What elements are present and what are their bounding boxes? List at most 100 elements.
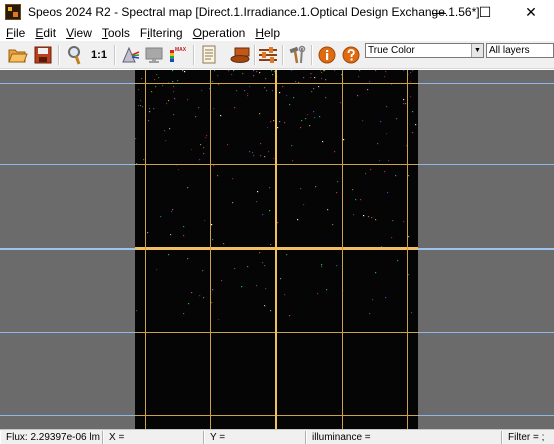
grid-line [407,70,408,429]
display-button[interactable] [143,44,165,66]
document-button[interactable] [198,44,220,66]
status-x-coordinate: X = [103,431,204,444]
map-pixel [325,79,327,81]
layers-button[interactable] [229,44,251,66]
map-pixel [247,266,249,268]
one-to-one-button[interactable]: 1:1 [88,44,110,66]
map-pixel [205,137,207,139]
map-pixel [372,299,374,301]
map-pixel [307,114,309,116]
map-pixel [202,270,204,272]
open-button[interactable] [7,44,29,66]
color-prism-button[interactable] [119,44,141,66]
map-pixel [300,127,302,129]
chevron-down-icon[interactable]: ▼ [471,44,483,57]
map-pixel [178,169,180,171]
menu-help[interactable]: Help [251,26,286,40]
map-pixel [206,135,208,137]
map-pixel [156,74,158,76]
settings-button[interactable] [257,44,279,66]
layers-select[interactable]: All layers [486,43,554,58]
map-pixel [323,70,325,72]
map-pixel [247,95,249,97]
map-pixel [284,122,286,124]
map-pixel [282,86,284,88]
map-pixel [270,121,272,123]
map-pixel [188,303,190,305]
close-button[interactable]: ✕ [508,0,554,24]
map-pixel [217,175,219,177]
map-pixel [355,199,357,201]
map-pixel [352,189,354,191]
menu-edit[interactable]: Edit [31,26,62,40]
map-pixel [154,79,156,81]
menu-operation[interactable]: Operation [189,26,252,40]
map-pixel [171,211,173,213]
map-pixel [203,153,205,155]
map-pixel [149,111,151,113]
menu-tools[interactable]: Tools [98,26,136,40]
menu-view[interactable]: View [62,26,98,40]
map-pixel [286,254,288,256]
map-pixel [359,70,361,72]
map-pixel [233,70,235,72]
menu-filtering[interactable]: Filtering [136,26,189,40]
zoom-button[interactable] [64,44,86,66]
map-pixel [199,295,201,297]
map-viewport[interactable] [0,70,554,429]
map-pixel [172,209,174,211]
map-pixel [212,239,214,241]
map-pixel [293,97,295,99]
save-button[interactable] [32,44,54,66]
maximize-button[interactable]: ☐ [462,0,508,24]
map-pixel [232,178,234,180]
max-scale-button[interactable]: MAX [167,44,189,66]
map-pixel [183,313,185,315]
map-pixel [256,71,258,73]
map-pixel [155,86,157,88]
map-pixel [140,105,142,107]
help-button[interactable] [340,44,362,66]
map-pixel [211,224,213,226]
menu-file[interactable]: File [2,26,31,40]
map-pixel [135,138,137,140]
map-pixel [395,175,397,177]
map-pixel [272,90,274,92]
color-prism-icon [122,46,140,63]
info-button[interactable] [316,44,338,66]
map-pixel [379,160,381,162]
window-controls: — ☐ ✕ [416,0,554,24]
toolbar-separator [254,45,256,65]
map-pixel [367,89,369,91]
svg-text:MAX: MAX [175,47,187,53]
map-pixel [291,145,293,147]
map-pixel [310,73,312,75]
map-pixel [153,108,155,110]
map-pixel [147,232,149,234]
map-pixel [403,221,405,223]
map-pixel [332,224,334,226]
map-pixel [142,106,144,108]
map-pixel [375,272,377,274]
toolbar-separator [311,45,313,65]
sliders-icon [259,47,277,63]
zoom-icon [68,46,81,65]
map-pixel [228,70,230,72]
map-pixel [318,86,320,88]
map-pixel [322,141,324,143]
minimize-button[interactable]: — [416,0,462,24]
map-pixel [168,254,170,256]
map-pixel [388,160,390,162]
map-pixel [365,173,367,175]
status-y-coordinate: Y = [204,431,306,444]
color-mode-select[interactable]: True Color ▼ [365,43,484,58]
map-pixel [319,116,321,118]
map-pixel [262,262,264,264]
map-pixel [136,310,138,312]
tools-button[interactable] [286,44,308,66]
map-pixel [408,175,410,177]
map-pixel [271,70,273,72]
map-pixel [403,70,405,72]
map-pixel [256,201,258,203]
map-pixel [363,215,365,217]
